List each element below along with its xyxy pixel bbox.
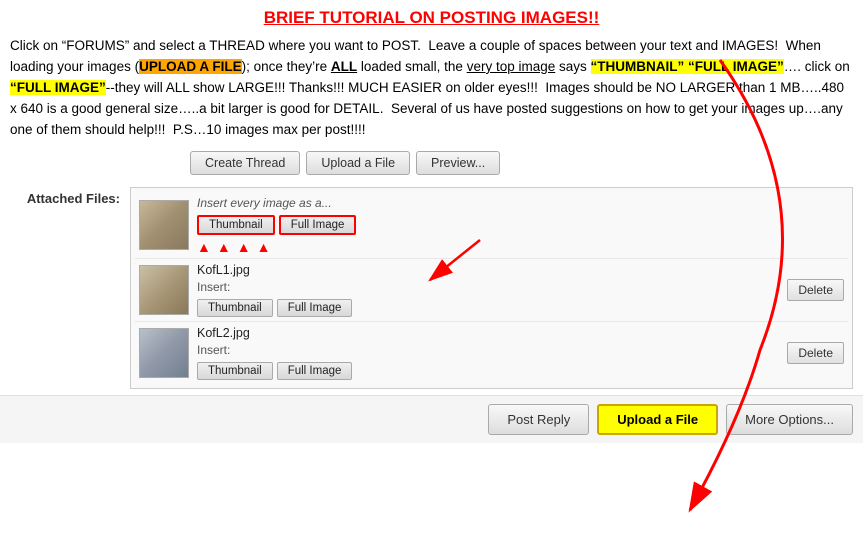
delete-btn-2[interactable]: Delete — [787, 279, 844, 301]
file-info-3: KofL2.jpg Insert: Thumbnail Full Image — [197, 326, 779, 380]
file-name-1: Insert every image as a... — [197, 196, 844, 210]
full-image-btn-1[interactable]: Full Image — [279, 215, 357, 235]
insert-label-3: Insert: — [197, 343, 779, 357]
files-list: Insert every image as a... Thumbnail Ful… — [130, 187, 853, 389]
thumbnail-btn-1[interactable]: Thumbnail — [197, 215, 275, 235]
file-name-2: KofL1.jpg — [197, 263, 779, 277]
post-reply-button[interactable]: Post Reply — [488, 404, 589, 435]
up-arrow-4: ▲ — [257, 240, 271, 254]
file-item-3: KofL2.jpg Insert: Thumbnail Full Image D… — [135, 322, 848, 384]
create-thread-button[interactable]: Create Thread — [190, 151, 300, 175]
toolbar: Create Thread Upload a File Preview... — [10, 151, 853, 175]
up-arrow-1: ▲ — [197, 240, 211, 254]
file-thumb-2 — [139, 265, 189, 315]
thumbnail-btn-3[interactable]: Thumbnail — [197, 362, 273, 380]
attached-label: Attached Files: — [10, 187, 130, 206]
file-info-2: KofL1.jpg Insert: Thumbnail Full Image — [197, 263, 779, 317]
insert-label-2: Insert: — [197, 280, 779, 294]
full-image-btn-3[interactable]: Full Image — [277, 362, 353, 380]
up-arrow-2: ▲ — [217, 240, 231, 254]
insert-buttons-1: Thumbnail Full Image — [197, 215, 844, 235]
full-image-btn-2[interactable]: Full Image — [277, 299, 353, 317]
file-thumb-3 — [139, 328, 189, 378]
upload-file-footer-button[interactable]: Upload a File — [597, 404, 718, 435]
delete-btn-3[interactable]: Delete — [787, 342, 844, 364]
thumbnail-btn-2[interactable]: Thumbnail — [197, 299, 273, 317]
very-top-underline: very top image — [467, 59, 556, 74]
main-container: BRIEF TUTORIAL ON POSTING IMAGES!! Click… — [0, 0, 863, 389]
file-info-1: Insert every image as a... Thumbnail Ful… — [197, 196, 844, 254]
upload-file-button[interactable]: Upload a File — [306, 151, 410, 175]
file-thumb-1 — [139, 200, 189, 250]
file-item-1: Insert every image as a... Thumbnail Ful… — [135, 192, 848, 259]
description-text: Click on “FORUMS” and select a THREAD wh… — [10, 36, 853, 141]
file-item-2: KofL1.jpg Insert: Thumbnail Full Image D… — [135, 259, 848, 322]
footer-bar: Post Reply Upload a File More Options... — [0, 395, 863, 443]
page-title: BRIEF TUTORIAL ON POSTING IMAGES!! — [10, 8, 853, 28]
attached-section: Attached Files: Insert every image as a.… — [10, 187, 853, 389]
insert-buttons-2: Thumbnail Full Image — [197, 299, 779, 317]
up-arrow-3: ▲ — [237, 240, 251, 254]
all-underline: ALL — [331, 59, 357, 74]
more-options-button[interactable]: More Options... — [726, 404, 853, 435]
thumbnail-full-highlight: “THUMBNAIL” “FULL IMAGE” — [591, 59, 784, 74]
file-name-3: KofL2.jpg — [197, 326, 779, 340]
up-arrows: ▲ ▲ ▲ ▲ — [197, 240, 844, 254]
upload-inline-highlight: UPLOAD A FILE — [139, 59, 242, 74]
preview-button[interactable]: Preview... — [416, 151, 500, 175]
full-image-highlight: “FULL IMAGE” — [10, 80, 106, 95]
insert-buttons-3: Thumbnail Full Image — [197, 362, 779, 380]
